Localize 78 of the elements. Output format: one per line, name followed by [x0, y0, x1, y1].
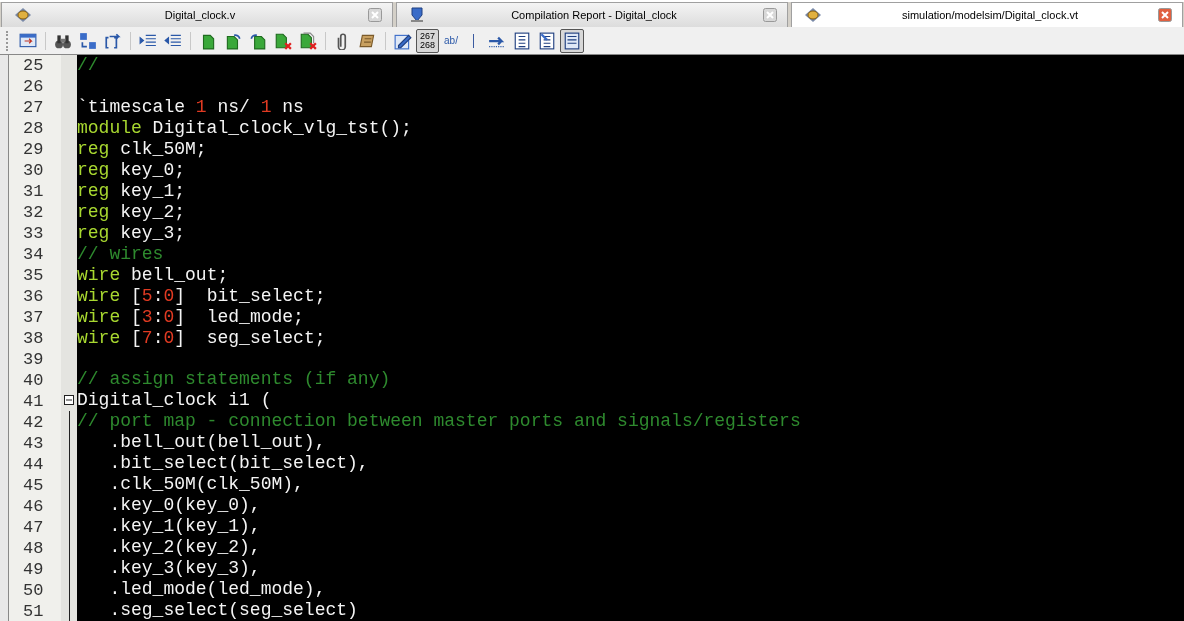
line-number: 43: [22, 433, 45, 454]
code-line: Digital_clock i1 (: [77, 390, 272, 411]
chip-icon: [14, 7, 32, 23]
tab-label: simulation/modelsim/Digital_clock.vt: [900, 9, 1080, 21]
code-line: .seg_select(seg_select): [108, 600, 358, 621]
code-line: .led_mode(led_mode),: [108, 579, 326, 600]
code-line: .bit_select(bit_select),: [108, 453, 369, 474]
line-number: 44: [22, 454, 45, 475]
line-number: 37: [22, 307, 45, 328]
line-number: 32: [22, 202, 45, 223]
code-line: reg key_3;: [77, 222, 186, 244]
code-line: module Digital_clock_vlg_tst();: [77, 117, 412, 139]
code-line: // port map - connection between master ports and signals/registers: [77, 411, 801, 432]
close-icon[interactable]: [1158, 8, 1172, 22]
tab-label: Compilation Report - Digital_clock: [510, 9, 678, 21]
code-line: // assign statements (if any): [77, 369, 391, 390]
toolbar-button[interactable]: ab/: [440, 28, 462, 53]
line-number: 27: [22, 97, 45, 118]
chip-icon: [804, 7, 822, 23]
code-line: .key_0(key_0),: [108, 495, 261, 516]
line-number: 46: [22, 496, 45, 517]
document-icon: [512, 31, 531, 50]
line-number: 42: [22, 412, 45, 433]
code-line: reg key_2;: [77, 201, 186, 223]
code-line: .key_1(key_1),: [108, 516, 261, 537]
line-number: 47: [22, 517, 45, 538]
document-icon: [562, 31, 581, 50]
bookmark-icon: [249, 31, 267, 50]
line-number: 30: [22, 160, 45, 181]
code-line: wire bell_out;: [77, 264, 229, 286]
close-icon[interactable]: [763, 8, 777, 22]
line-number: 45: [22, 475, 45, 496]
line-number: 29: [22, 139, 45, 160]
code-line: reg clk_50M;: [77, 138, 207, 160]
bracket-arrow-icon: [104, 31, 122, 50]
code-line: wire [5:0] bit_select;: [77, 285, 326, 307]
bookmark-delete-icon: [299, 31, 317, 50]
editor-tab[interactable]: simulation/modelsim/Digital_clock.vt: [791, 2, 1183, 27]
collapse-icon[interactable]: [64, 395, 74, 406]
line-number: 34: [22, 244, 45, 265]
bookmark-icon: [224, 31, 242, 50]
line-number: 28: [22, 118, 45, 139]
line-number: 26: [22, 76, 45, 97]
line-number: 36: [22, 286, 45, 307]
editor-tab[interactable]: Compilation Report - Digital_clock: [396, 2, 788, 27]
code-line: //: [77, 55, 99, 76]
code-line: wire [7:0] seg_select;: [77, 327, 326, 349]
window-icon: [19, 31, 37, 50]
code-line: reg key_1;: [77, 180, 186, 202]
line-number: 33: [22, 223, 45, 244]
code-line: wire [3:0] led_mode;: [77, 306, 304, 328]
code-line: `timescale 1 ns/ 1 ns: [77, 96, 304, 118]
code-line: reg key_0;: [77, 159, 186, 181]
tab-label: Digital_clock.v: [163, 9, 237, 21]
line-number: 40: [22, 370, 45, 391]
document-icon: [537, 31, 556, 50]
bookmark-delete-icon: [274, 31, 292, 50]
editor-tab[interactable]: Digital_clock.v: [1, 2, 393, 27]
compile-icon: [409, 7, 425, 23]
code-line: .bell_out(bell_out),: [108, 432, 326, 453]
line-number: 49: [22, 559, 45, 580]
replace-icon: [79, 31, 97, 50]
line-number: 25: [22, 55, 45, 76]
line-number: 51: [22, 601, 45, 621]
line-number: 38: [22, 328, 45, 349]
code-line: // wires: [77, 243, 164, 265]
line-number: 50: [22, 580, 45, 601]
line-number: 48: [22, 538, 45, 559]
toolbar-button[interactable]: [559, 28, 584, 53]
line-number: 35: [22, 265, 45, 286]
line-number: 39: [22, 349, 45, 370]
code-line: .key_3(key_3),: [108, 558, 261, 579]
toolbar-button[interactable]: 267 268: [416, 28, 440, 53]
code-line: .clk_50M(clk_50M),: [108, 474, 304, 495]
close-icon[interactable]: [368, 8, 382, 22]
line-number: 41: [22, 391, 45, 412]
line-number: 31: [22, 181, 45, 202]
code-line: .key_2(key_2),: [108, 537, 261, 558]
